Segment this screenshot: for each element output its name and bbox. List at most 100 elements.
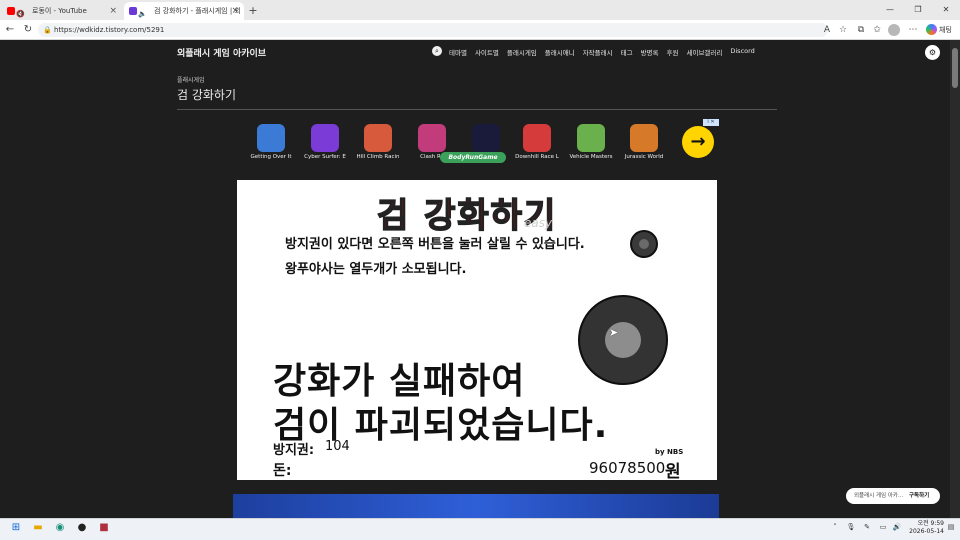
edge-browser-icon[interactable]: ◉	[53, 521, 67, 535]
game-thumbnail	[311, 124, 339, 152]
tray-chevron-icon[interactable]: ˄	[830, 522, 840, 532]
notification-icon[interactable]: ▤	[946, 522, 956, 532]
youtube-favicon-icon	[7, 7, 15, 15]
game-name: Jurassic World	[624, 154, 664, 160]
menu-item-custom-flash[interactable]: 자작플래시	[583, 47, 613, 57]
tab-strip: 🔇 로동이 - YouTube × 🔈 검 강화하기 - 플래시게임 | 외 ×…	[0, 0, 960, 20]
menu-item-discord[interactable]: Discord	[730, 47, 754, 57]
microphone-icon[interactable]: 🎙	[846, 522, 856, 532]
copilot-icon[interactable]	[926, 24, 937, 35]
back-icon[interactable]: ←	[2, 22, 18, 38]
file-explorer-icon[interactable]: ▬	[31, 521, 45, 535]
subscribe-site-name: 외플래시 게임 아카...	[854, 493, 904, 499]
game-card[interactable]: Getting Over It	[243, 124, 299, 160]
post-category[interactable]: 플래시게임	[177, 75, 205, 84]
speaker-icon[interactable]: 🔈	[138, 5, 147, 20]
menu-item-tags[interactable]: 태그	[621, 47, 633, 57]
game-name: Vehicle Masters	[569, 154, 613, 160]
game-thumbnail	[257, 124, 285, 152]
game-name: Cyber Surfer: E	[304, 154, 346, 160]
money-value: 96078500	[589, 459, 666, 477]
game-thumbnail	[523, 124, 551, 152]
protection-count: 104	[325, 439, 350, 454]
result-message-line2: 검이 파괴되었습니다.	[273, 405, 609, 446]
site-menu: 테마별 사이트별 플래시게임 플래시애니 자작플래시 태그 방명록 후원 세이브…	[449, 47, 755, 57]
protection-label: 방지권:	[273, 443, 315, 458]
menu-item-sites[interactable]: 사이트별	[475, 47, 499, 57]
more-menu-icon[interactable]: ⋯	[906, 23, 920, 37]
difficulty-label: easy	[524, 216, 553, 230]
tab-youtube[interactable]: 🔇 로동이 - YouTube ×	[2, 2, 122, 20]
game-app-icon[interactable]: ■	[97, 521, 111, 535]
next-arrow-icon[interactable]: →	[682, 126, 714, 158]
favorites-icon[interactable]: ✩	[870, 23, 884, 37]
protect-info-text: 방지권이 있다면 오른쪽 버튼을 눌러 살릴 수 있습니다.	[285, 237, 585, 252]
menu-item-donate[interactable]: 후원	[667, 47, 679, 57]
volume-icon[interactable]: 🔊	[892, 522, 902, 532]
search-icon[interactable]: ⌕	[432, 46, 442, 56]
game-card[interactable]: Hill Climb Racin	[350, 124, 406, 160]
maximize-icon[interactable]: ❐	[904, 0, 932, 20]
money-unit: 원	[665, 462, 681, 480]
game-name: Downhill Race L	[515, 154, 559, 160]
ad-banner[interactable]	[233, 494, 719, 518]
taskbar	[0, 518, 960, 540]
ad-choices-icon[interactable]: i ✕	[703, 119, 719, 126]
tab-title: 로동이 - YouTube	[32, 7, 87, 15]
menu-item-flash-anime[interactable]: 플래시애니	[545, 47, 575, 57]
site-favicon-icon	[129, 7, 137, 15]
game-thumbnail	[630, 124, 658, 152]
game-card[interactable]: Downhill Race L	[509, 124, 565, 160]
tab-game[interactable]: 🔈 검 강화하기 - 플래시게임 | 외 ×	[124, 2, 244, 20]
read-aloud-icon[interactable]: A	[820, 23, 834, 37]
copilot-label[interactable]: 채팅	[939, 23, 952, 37]
cost-info-text: 왕푸야사는 열두개가 소모됩니다.	[285, 262, 467, 277]
profile-avatar[interactable]	[888, 24, 900, 36]
close-tab-icon[interactable]: ×	[109, 2, 117, 20]
windows-start-icon[interactable]: ⊞	[9, 521, 23, 535]
site-title[interactable]: 외플래시 게임 아카이브	[177, 46, 266, 59]
game-thumbnail	[472, 124, 500, 152]
menu-item-save-gallery[interactable]: 세이브갤러리	[686, 47, 722, 57]
use-protection-button[interactable]	[630, 230, 658, 258]
network-icon[interactable]: ▭	[878, 522, 888, 532]
new-tab-button[interactable]: +	[244, 2, 262, 20]
game-card[interactable]: Cyber Surfer: E	[297, 124, 353, 160]
game-card[interactable]: Jurassic World	[616, 124, 672, 160]
credit-text: by NBS	[655, 448, 684, 456]
refresh-icon[interactable]: ↻	[20, 22, 36, 38]
system-clock[interactable]: 오전 9:59 2026-05-14	[904, 520, 944, 536]
divider	[177, 109, 777, 110]
scrollbar-thumb[interactable]	[952, 48, 958, 88]
close-window-icon[interactable]: ✕	[932, 0, 960, 20]
bodyrun-badge[interactable]: BodyRunGame	[440, 152, 506, 163]
menu-item-theme[interactable]: 테마별	[449, 47, 467, 57]
lock-icon[interactable]: 🔒	[43, 23, 52, 37]
mouse-cursor-icon: ➤	[609, 326, 619, 339]
url-text: https://wdkidz.tistory.com/5291	[54, 26, 165, 34]
game-canvas[interactable]: 검 강화하기 easy 방지권이 있다면 오른쪽 버튼을 눌러 살릴 수 있습니…	[237, 180, 717, 480]
game-thumbnail	[364, 124, 392, 152]
menu-item-guestbook[interactable]: 방명록	[641, 47, 659, 57]
menu-item-flash-games[interactable]: 플래시게임	[507, 47, 537, 57]
pen-icon[interactable]: ✎	[862, 522, 872, 532]
split-screen-icon[interactable]: ⧉	[854, 23, 868, 37]
speaker-muted-icon[interactable]: 🔇	[16, 5, 25, 20]
clock-date: 2026-05-14	[909, 528, 944, 535]
url-field[interactable]: 🔒 https://wdkidz.tistory.com/5291	[38, 23, 828, 37]
subscribe-pill[interactable]: 외플래시 게임 아카... 구독하기	[846, 488, 940, 504]
favorite-star-icon[interactable]: ☆	[836, 23, 850, 37]
subscribe-button[interactable]: 구독하기	[909, 493, 929, 499]
minimize-icon[interactable]: —	[876, 0, 904, 20]
game-card[interactable]: Vehicle Masters	[563, 124, 619, 160]
settings-icon[interactable]: ⚙	[925, 45, 940, 60]
close-tab-icon[interactable]: ×	[231, 2, 239, 20]
game-name: Hill Climb Racin	[356, 154, 400, 160]
game-name: Getting Over It	[250, 154, 292, 160]
enhance-button[interactable]	[578, 295, 668, 385]
obs-icon[interactable]: ●	[75, 521, 89, 535]
game-thumbnail	[577, 124, 605, 152]
game-card[interactable]	[458, 124, 514, 154]
scrollbar[interactable]	[950, 40, 960, 518]
address-bar: ← ↻ 🔒 https://wdkidz.tistory.com/5291 A …	[0, 20, 960, 40]
